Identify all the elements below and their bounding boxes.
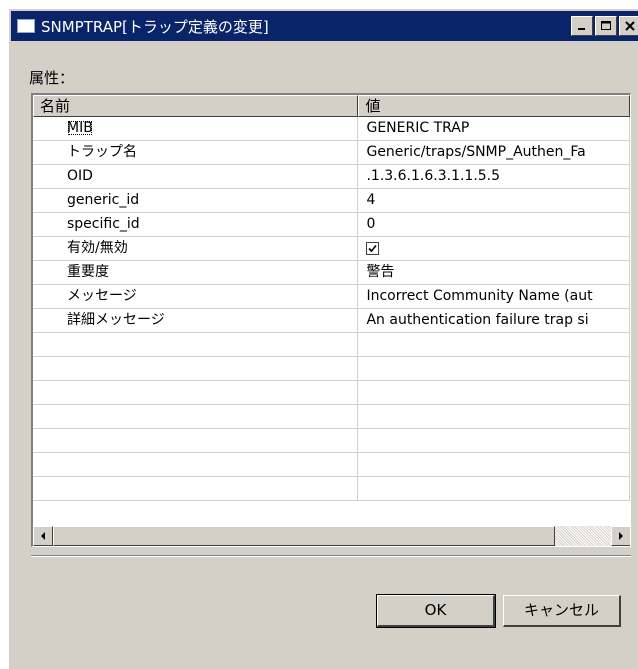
dialog-window: SNMPTRAP[トラップ定義の変更] 属性： 名前 値 MIB GENERIC …	[8, 8, 638, 669]
window-title: SNMPTRAP[トラップ定義の変更]	[41, 17, 269, 36]
empty-cell	[33, 477, 359, 501]
table-row[interactable]: generic_id 4	[33, 189, 630, 213]
table-row[interactable]: OID .1.3.6.1.6.3.1.1.5.5	[33, 165, 630, 189]
property-value-text: Incorrect Community Name (aut	[366, 288, 593, 304]
property-value-text: Generic/traps/SNMP_Authen_Fa	[366, 144, 586, 160]
property-value[interactable]: GENERIC TRAP	[358, 117, 630, 141]
empty-cell	[358, 381, 630, 405]
ok-button[interactable]: OK	[376, 594, 496, 628]
property-name-text: 有効/無効	[67, 240, 128, 256]
property-value-text: An authentication failure trap si	[366, 312, 589, 328]
empty-row	[33, 477, 630, 501]
empty-row	[33, 405, 630, 429]
property-name-text: 重要度	[67, 264, 109, 280]
property-value[interactable]	[358, 237, 630, 261]
property-name: specific_id	[33, 213, 359, 237]
minimize-button[interactable]	[571, 16, 593, 36]
title-bar[interactable]: SNMPTRAP[トラップ定義の変更]	[11, 11, 638, 41]
grid-header: 名前 値	[33, 95, 630, 117]
property-name: トラップ名	[33, 141, 359, 165]
horizontal-scrollbar[interactable]	[33, 526, 630, 546]
property-value-text: 4	[366, 192, 376, 208]
empty-cell	[33, 333, 359, 357]
empty-row	[33, 429, 630, 453]
property-value[interactable]: .1.3.6.1.6.3.1.1.5.5	[358, 165, 630, 189]
empty-cell	[358, 477, 630, 501]
property-name: MIB	[33, 117, 359, 141]
empty-cell	[33, 429, 359, 453]
table-row[interactable]: 詳細メッセージ An authentication failure trap si	[33, 309, 630, 333]
separator	[31, 555, 631, 557]
arrow-right-icon	[619, 532, 623, 540]
property-name: メッセージ	[33, 285, 359, 309]
empty-cell	[358, 333, 630, 357]
property-name-text: メッセージ	[67, 288, 137, 304]
empty-row	[33, 453, 630, 477]
maximize-button[interactable]	[595, 16, 617, 36]
maximize-icon	[601, 21, 611, 30]
property-name: 詳細メッセージ	[33, 309, 359, 333]
property-name: generic_id	[33, 189, 359, 213]
table-row[interactable]: specific_id 0	[33, 213, 630, 237]
cancel-button[interactable]: キャンセル	[503, 595, 621, 627]
property-name-text: OID	[67, 168, 93, 184]
arrow-left-icon	[41, 532, 45, 540]
property-value[interactable]: An authentication failure trap si	[358, 309, 630, 333]
table-row[interactable]: 重要度 警告	[33, 261, 630, 285]
column-header-name[interactable]: 名前	[33, 95, 359, 117]
property-value[interactable]: 0	[358, 213, 630, 237]
window-icon	[17, 19, 35, 33]
close-button[interactable]	[619, 16, 638, 36]
property-value-text: 0	[366, 216, 376, 232]
checkmark-icon	[368, 244, 378, 252]
grid-rows: MIB GENERIC TRAP トラップ名 Generic/traps/SNMP_A…	[33, 117, 630, 501]
table-row[interactable]: MIB GENERIC TRAP	[33, 117, 630, 141]
property-value-text: GENERIC TRAP	[366, 120, 470, 136]
property-value-text: .1.3.6.1.6.3.1.1.5.5	[366, 168, 501, 184]
column-header-value[interactable]: 値	[358, 95, 630, 117]
property-name: 重要度	[33, 261, 359, 285]
empty-row	[33, 333, 630, 357]
scroll-left-button[interactable]	[33, 526, 53, 546]
property-value[interactable]: Generic/traps/SNMP_Authen_Fa	[358, 141, 630, 165]
empty-cell	[358, 357, 630, 381]
empty-cell	[33, 381, 359, 405]
property-name: OID	[33, 165, 359, 189]
scroll-right-button[interactable]	[611, 526, 630, 546]
property-name-text: MIB	[67, 120, 93, 136]
table-row[interactable]: メッセージ Incorrect Community Name (aut	[33, 285, 630, 309]
property-name-text: specific_id	[67, 216, 140, 232]
property-name: 有効/無効	[33, 237, 359, 261]
property-name-text: 詳細メッセージ	[67, 312, 165, 328]
empty-cell	[33, 357, 359, 381]
minimize-icon	[578, 28, 585, 30]
empty-cell	[33, 405, 359, 429]
property-value-text: 警告	[366, 264, 395, 280]
attributes-label: 属性：	[29, 69, 75, 87]
scroll-thumb[interactable]	[53, 526, 555, 546]
property-name-text: トラップ名	[67, 144, 137, 160]
property-name-text: generic_id	[67, 192, 140, 208]
table-row[interactable]: 有効/無効	[33, 237, 630, 261]
empty-cell	[358, 405, 630, 429]
empty-cell	[358, 453, 630, 477]
attribute-grid[interactable]: 名前 値 MIB GENERIC TRAP トラップ名 Generic/traps/S…	[31, 93, 631, 547]
close-icon	[625, 21, 635, 31]
empty-cell	[33, 453, 359, 477]
enabled-checkbox[interactable]	[366, 241, 380, 255]
property-value[interactable]: 4	[358, 189, 630, 213]
property-value[interactable]: 警告	[358, 261, 630, 285]
property-value[interactable]: Incorrect Community Name (aut	[358, 285, 630, 309]
empty-row	[33, 357, 630, 381]
empty-cell	[358, 429, 630, 453]
table-row[interactable]: トラップ名 Generic/traps/SNMP_Authen_Fa	[33, 141, 630, 165]
empty-row	[33, 381, 630, 405]
